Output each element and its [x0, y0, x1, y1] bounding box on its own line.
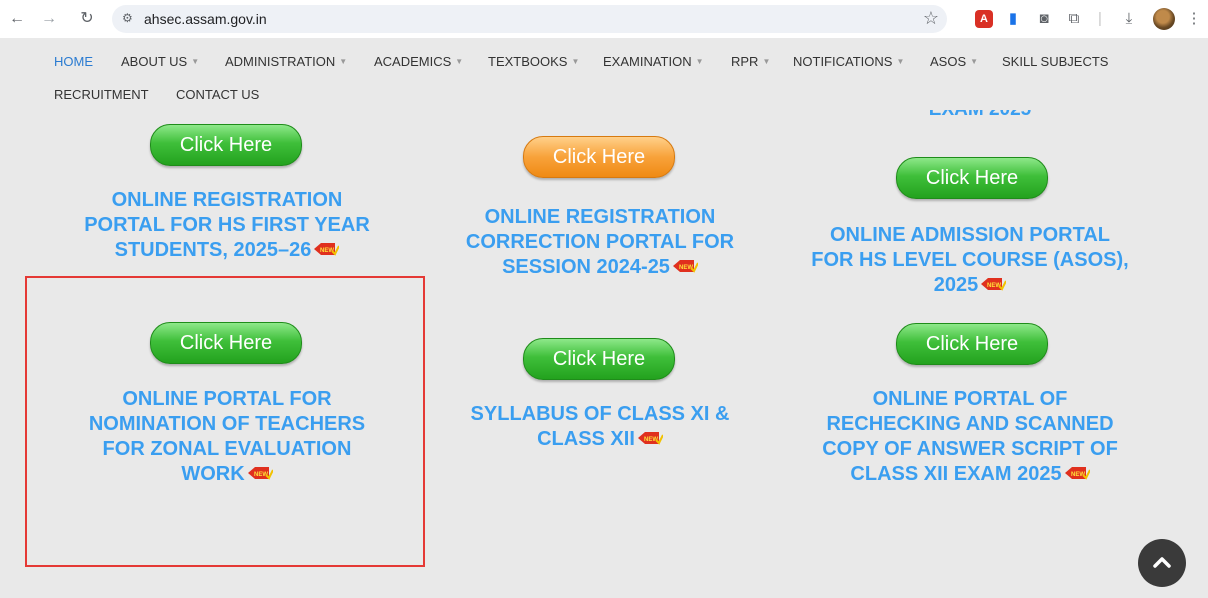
nav-about-us[interactable]: ABOUT US ▼ — [121, 54, 199, 69]
nav-label: ACADEMICS — [374, 54, 452, 69]
url-text: ahsec.assam.gov.in — [144, 11, 267, 27]
nav-label: CONTACT US — [176, 87, 260, 102]
site-settings-icon[interactable]: ⚙ — [122, 11, 133, 25]
title-line: SESSION 2024-25 — [502, 256, 670, 278]
partial-card-title[interactable]: EXAM 2025 — [820, 110, 1140, 124]
chevron-down-icon: ▼ — [896, 57, 905, 66]
doc-extension-icon[interactable]: ▮ — [1002, 8, 1024, 30]
card-title-syllabus[interactable]: SYLLABUS OF CLASS XI & CLASS XII NEW — [435, 402, 765, 452]
title-line: COPY OF ANSWER SCRIPT OF — [822, 438, 1118, 460]
nav-skill-subjects[interactable]: SKILL SUBJECTS — [1002, 54, 1108, 69]
nav-notifications[interactable]: NOTIFICATIONS ▼ — [793, 54, 904, 69]
nav-label: SKILL SUBJECTS — [1002, 54, 1109, 69]
new-badge-icon: NEW — [1064, 467, 1090, 480]
title-line: SYLLABUS OF CLASS XI & — [470, 403, 730, 425]
chevron-down-icon: ▼ — [455, 57, 464, 66]
nav-label: ASOS — [930, 54, 967, 69]
title-line: STUDENTS, 2025–26 — [114, 239, 312, 261]
forward-icon[interactable]: → — [38, 8, 60, 30]
card-title-registration-correction[interactable]: ONLINE REGISTRATION CORRECTION PORTAL FO… — [435, 205, 765, 280]
title-line: ONLINE PORTAL OF — [872, 388, 1068, 410]
extensions-icon[interactable]: ⧉ — [1063, 8, 1085, 30]
title-line: CORRECTION PORTAL FOR — [465, 231, 735, 253]
nav-recruitment[interactable]: RECRUITMENT — [54, 87, 149, 102]
card-title-teacher-nomination[interactable]: ONLINE PORTAL FOR NOMINATION OF TEACHERS… — [62, 387, 392, 487]
nav-rpr[interactable]: RPR ▼ — [731, 54, 770, 69]
nav-label: ADMINISTRATION — [225, 54, 336, 69]
new-badge-icon: NEW — [981, 278, 1007, 291]
download-icon[interactable]: ⤓ — [1118, 8, 1140, 30]
title-line: 2025 — [933, 274, 979, 296]
toolbar-divider: | — [1098, 10, 1102, 27]
nav-label: RECRUITMENT — [54, 87, 149, 102]
nav-home[interactable]: HOME — [54, 54, 93, 69]
card-title-asos-admission[interactable]: ONLINE ADMISSION PORTAL FOR HS LEVEL COU… — [800, 223, 1140, 298]
title-line: CLASS XII — [537, 428, 635, 450]
nav-label: EXAMINATION — [603, 54, 692, 69]
nav-label: RPR — [731, 54, 759, 69]
nav-academics[interactable]: ACADEMICS ▼ — [374, 54, 463, 69]
title-line: PORTAL FOR HS FIRST YEAR — [84, 214, 370, 236]
scroll-to-top-button[interactable] — [1138, 539, 1186, 587]
chevron-down-icon: ▼ — [571, 57, 580, 66]
camera-extension-icon[interactable]: ◙ — [1033, 8, 1055, 30]
profile-avatar[interactable] — [1153, 8, 1175, 30]
new-badge-icon: NEW — [314, 243, 340, 256]
click-here-button[interactable]: Click Here — [896, 323, 1048, 365]
new-badge-icon: NEW — [672, 260, 698, 273]
click-here-button[interactable]: Click Here — [523, 338, 675, 380]
click-here-button[interactable]: Click Here — [150, 124, 302, 166]
address-bar[interactable]: ⚙ ahsec.assam.gov.in ☆ — [112, 5, 947, 33]
title-line: ONLINE PORTAL FOR — [122, 388, 332, 410]
click-here-button[interactable]: Click Here — [523, 136, 675, 178]
chevron-down-icon: ▼ — [339, 57, 348, 66]
nav-label: TEXTBOOKS — [488, 54, 568, 69]
title-line: ONLINE REGISTRATION — [484, 206, 716, 228]
browser-toolbar: ← → ↻ ⚙ ahsec.assam.gov.in ☆ A ▮ ◙ ⧉ | ⤓… — [0, 0, 1208, 38]
nav-asos[interactable]: ASOS ▼ — [930, 54, 978, 69]
new-badge-icon: NEW — [247, 467, 273, 480]
chevron-down-icon: ▼ — [762, 57, 771, 66]
title-line: CLASS XII EXAM 2025 — [850, 463, 1062, 485]
nav-examination[interactable]: EXAMINATION ▼ — [603, 54, 704, 69]
title-line: FOR HS LEVEL COURSE (ASOS), — [811, 249, 1129, 271]
bookmark-star-icon[interactable]: ☆ — [923, 8, 939, 29]
nav-contact-us[interactable]: CONTACT US — [176, 87, 259, 102]
title-line: FOR ZONAL EVALUATION — [102, 438, 352, 460]
nav-label: ABOUT US — [121, 54, 188, 69]
chevron-down-icon: ▼ — [695, 57, 704, 66]
chevron-down-icon: ▼ — [970, 57, 979, 66]
click-here-button[interactable]: Click Here — [150, 322, 302, 364]
card-title-hs-first-year-registration[interactable]: ONLINE REGISTRATION PORTAL FOR HS FIRST … — [62, 188, 392, 263]
nav-textbooks[interactable]: TEXTBOOKS ▼ — [488, 54, 579, 69]
click-here-button[interactable]: Click Here — [896, 157, 1048, 199]
title-line: ONLINE REGISTRATION — [111, 189, 343, 211]
card-title-rechecking-portal[interactable]: ONLINE PORTAL OF RECHECKING AND SCANNED … — [800, 387, 1140, 487]
title-line: WORK — [181, 463, 245, 485]
new-badge-icon: NEW — [637, 432, 663, 445]
reload-icon[interactable]: ↻ — [76, 8, 98, 30]
title-line: RECHECKING AND SCANNED — [826, 413, 1114, 435]
nav-label: HOME — [54, 54, 93, 69]
title-line: NOMINATION OF TEACHERS — [88, 413, 366, 435]
nav-label: NOTIFICATIONS — [793, 54, 893, 69]
chevron-down-icon: ▼ — [191, 57, 200, 66]
nav-administration[interactable]: ADMINISTRATION ▼ — [225, 54, 347, 69]
title-line: ONLINE ADMISSION PORTAL — [830, 224, 1110, 246]
back-icon[interactable]: ← — [6, 8, 28, 30]
pdf-extension-icon[interactable]: A — [975, 10, 993, 28]
menu-icon[interactable]: ⋮ — [1183, 8, 1205, 30]
site-navigation: HOME ABOUT US ▼ ADMINISTRATION ▼ ACADEMICS… — [0, 38, 1208, 112]
chevron-up-icon — [1153, 557, 1171, 568]
portal-links-grid: EXAM 2025 Click Here ONLINE REGISTRATION… — [0, 110, 1208, 598]
